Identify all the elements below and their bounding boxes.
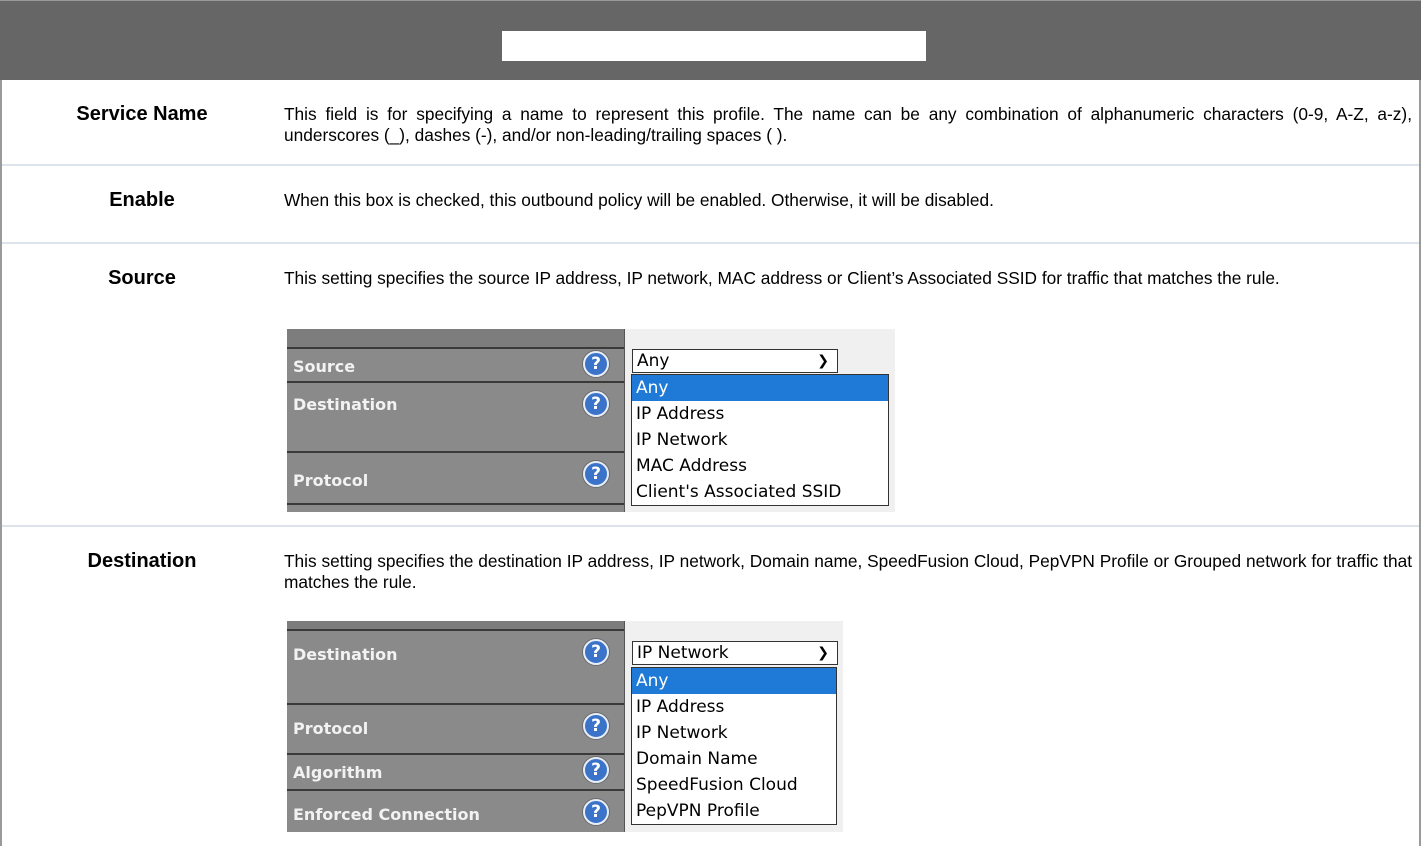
dropdown-option[interactable]: PepVPN Profile [632,798,836,824]
dropdown-option[interactable]: Domain Name [632,746,836,772]
dropdown-option[interactable]: Any [632,668,836,694]
field-row-destination: Destination [287,629,624,703]
field-row-protocol: Protocol [287,703,624,753]
field-row-enforced-connection: Enforced Connection [287,789,624,832]
field-label: Destination [293,395,398,414]
row-description: This setting specifies the source IP add… [284,268,1280,288]
dropdown-option[interactable]: MAC Address [632,453,888,479]
dropdown-option[interactable]: IP Address [632,694,836,720]
destination-dropdown-list: Any IP Address IP Network Domain Name Sp… [631,667,837,825]
help-icon[interactable]: ? [583,351,609,377]
field-row-destination: Destination [287,381,624,451]
help-icon[interactable]: ? [583,799,609,825]
field-label: Enforced Connection [293,805,480,824]
dropdown-option[interactable]: Client's Associated SSID [632,479,888,505]
dropdown-option[interactable]: IP Network [632,427,888,453]
field-row-algorithm: Algorithm [287,753,624,789]
field-row-source: Source [287,347,624,381]
help-icon[interactable]: ? [583,713,609,739]
source-select[interactable]: Any ❯ [632,349,838,373]
destination-select[interactable]: IP Network ❯ [632,641,838,665]
field-row-protocol: Protocol [287,451,624,503]
source-dropdown-list: Any IP Address IP Network MAC Address Cl… [631,374,889,506]
row-source: Source This setting specifies the source… [2,244,1419,527]
header-title [502,31,926,61]
row-label: Enable [109,189,175,211]
help-icon[interactable]: ? [583,461,609,487]
dropdown-option[interactable]: Any [632,375,888,401]
chevron-down-icon: ❯ [817,353,829,369]
help-icon[interactable]: ? [583,757,609,783]
dropdown-option[interactable]: IP Address [632,401,888,427]
help-icon[interactable]: ? [583,639,609,665]
field-label: Protocol [293,719,369,738]
select-value: IP Network [637,643,729,663]
help-icon[interactable]: ? [583,391,609,417]
row-description: When this box is checked, this outbound … [284,190,994,210]
row-label: Service Name [76,103,208,125]
row-description: This setting specifies the destination I… [284,551,1412,592]
row-service-name: Service Name This field is for specifyin… [2,80,1419,166]
row-destination: Destination This setting specifies the d… [2,527,1419,846]
dropdown-option[interactable]: IP Network [632,720,836,746]
chevron-down-icon: ❯ [817,645,829,661]
field-label: Destination [293,645,398,664]
source-settings-screenshot: Source ? Destination ? Protocol ? Any ❯ … [287,329,895,512]
destination-settings-screenshot: Destination ? Protocol ? Algorithm ? Enf… [287,621,843,832]
field-label: Source [293,357,356,376]
row-description: This field is for specifying a name to r… [284,104,1412,145]
row-label: Destination [87,550,197,572]
field-label: Algorithm [293,763,383,782]
row-label: Source [108,267,176,289]
field-label: Protocol [293,471,369,490]
header-bar [0,0,1421,80]
dropdown-option[interactable]: SpeedFusion Cloud [632,772,836,798]
row-enable: Enable When this box is checked, this ou… [2,166,1419,244]
select-value: Any [637,351,670,371]
